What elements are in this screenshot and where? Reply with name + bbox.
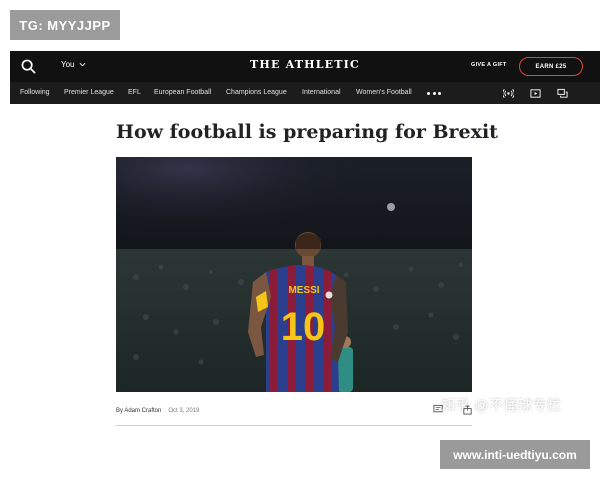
- you-menu[interactable]: You: [61, 60, 86, 69]
- search-icon[interactable]: [21, 59, 36, 74]
- earn-button[interactable]: EARN £25: [519, 57, 583, 76]
- article-title: How football is preparing for Brexit: [116, 121, 498, 143]
- publish-date: Oct 3, 2019: [168, 408, 200, 414]
- video-icon[interactable]: [530, 88, 541, 99]
- more-dot: [432, 92, 436, 95]
- hero-image: MESSI 10: [116, 157, 472, 392]
- jersey-name: MESSI: [288, 285, 319, 296]
- more-dot: [438, 92, 441, 95]
- author-name[interactable]: By Adam Crafton: [116, 408, 161, 414]
- nav-item-womens-football[interactable]: Women's Football: [356, 89, 412, 96]
- tg-watermark-badge: TG: MYYJJPP: [10, 10, 120, 40]
- more-dot: [427, 92, 430, 95]
- you-menu-label: You: [61, 60, 75, 69]
- brand-logo[interactable]: THE ATHLETIC: [250, 58, 360, 71]
- nav-item-international[interactable]: International: [302, 89, 341, 96]
- give-gift-link[interactable]: GIVE A GIFT: [471, 62, 507, 68]
- hero-photo: MESSI 10: [116, 157, 472, 392]
- nav-item-efl[interactable]: EFL: [128, 89, 141, 96]
- nav-item-champions-league[interactable]: Champions League: [226, 89, 287, 96]
- comments-icon[interactable]: [557, 88, 568, 99]
- nav-item-european-football[interactable]: European Football: [154, 89, 211, 96]
- zhihu-watermark: 知乎 @不懂球专栏: [441, 397, 562, 413]
- chevron-down-icon: [79, 62, 85, 67]
- more-menu-icon[interactable]: [427, 92, 441, 95]
- article-divider: [116, 425, 472, 426]
- site-url-badge: www.inti-uedtiyu.com: [440, 440, 590, 469]
- nav-item-following[interactable]: Following: [20, 89, 50, 96]
- jersey-number: 10: [281, 305, 326, 349]
- article-byline: By Adam Crafton Oct 3, 2019: [116, 408, 199, 414]
- top-bar: You THE ATHLETIC GIVE A GIFT EARN £25: [10, 51, 600, 82]
- nav-item-premier-league[interactable]: Premier League: [64, 89, 114, 96]
- podcast-icon[interactable]: [503, 88, 514, 99]
- section-nav: Following Premier League EFL European Fo…: [10, 82, 600, 104]
